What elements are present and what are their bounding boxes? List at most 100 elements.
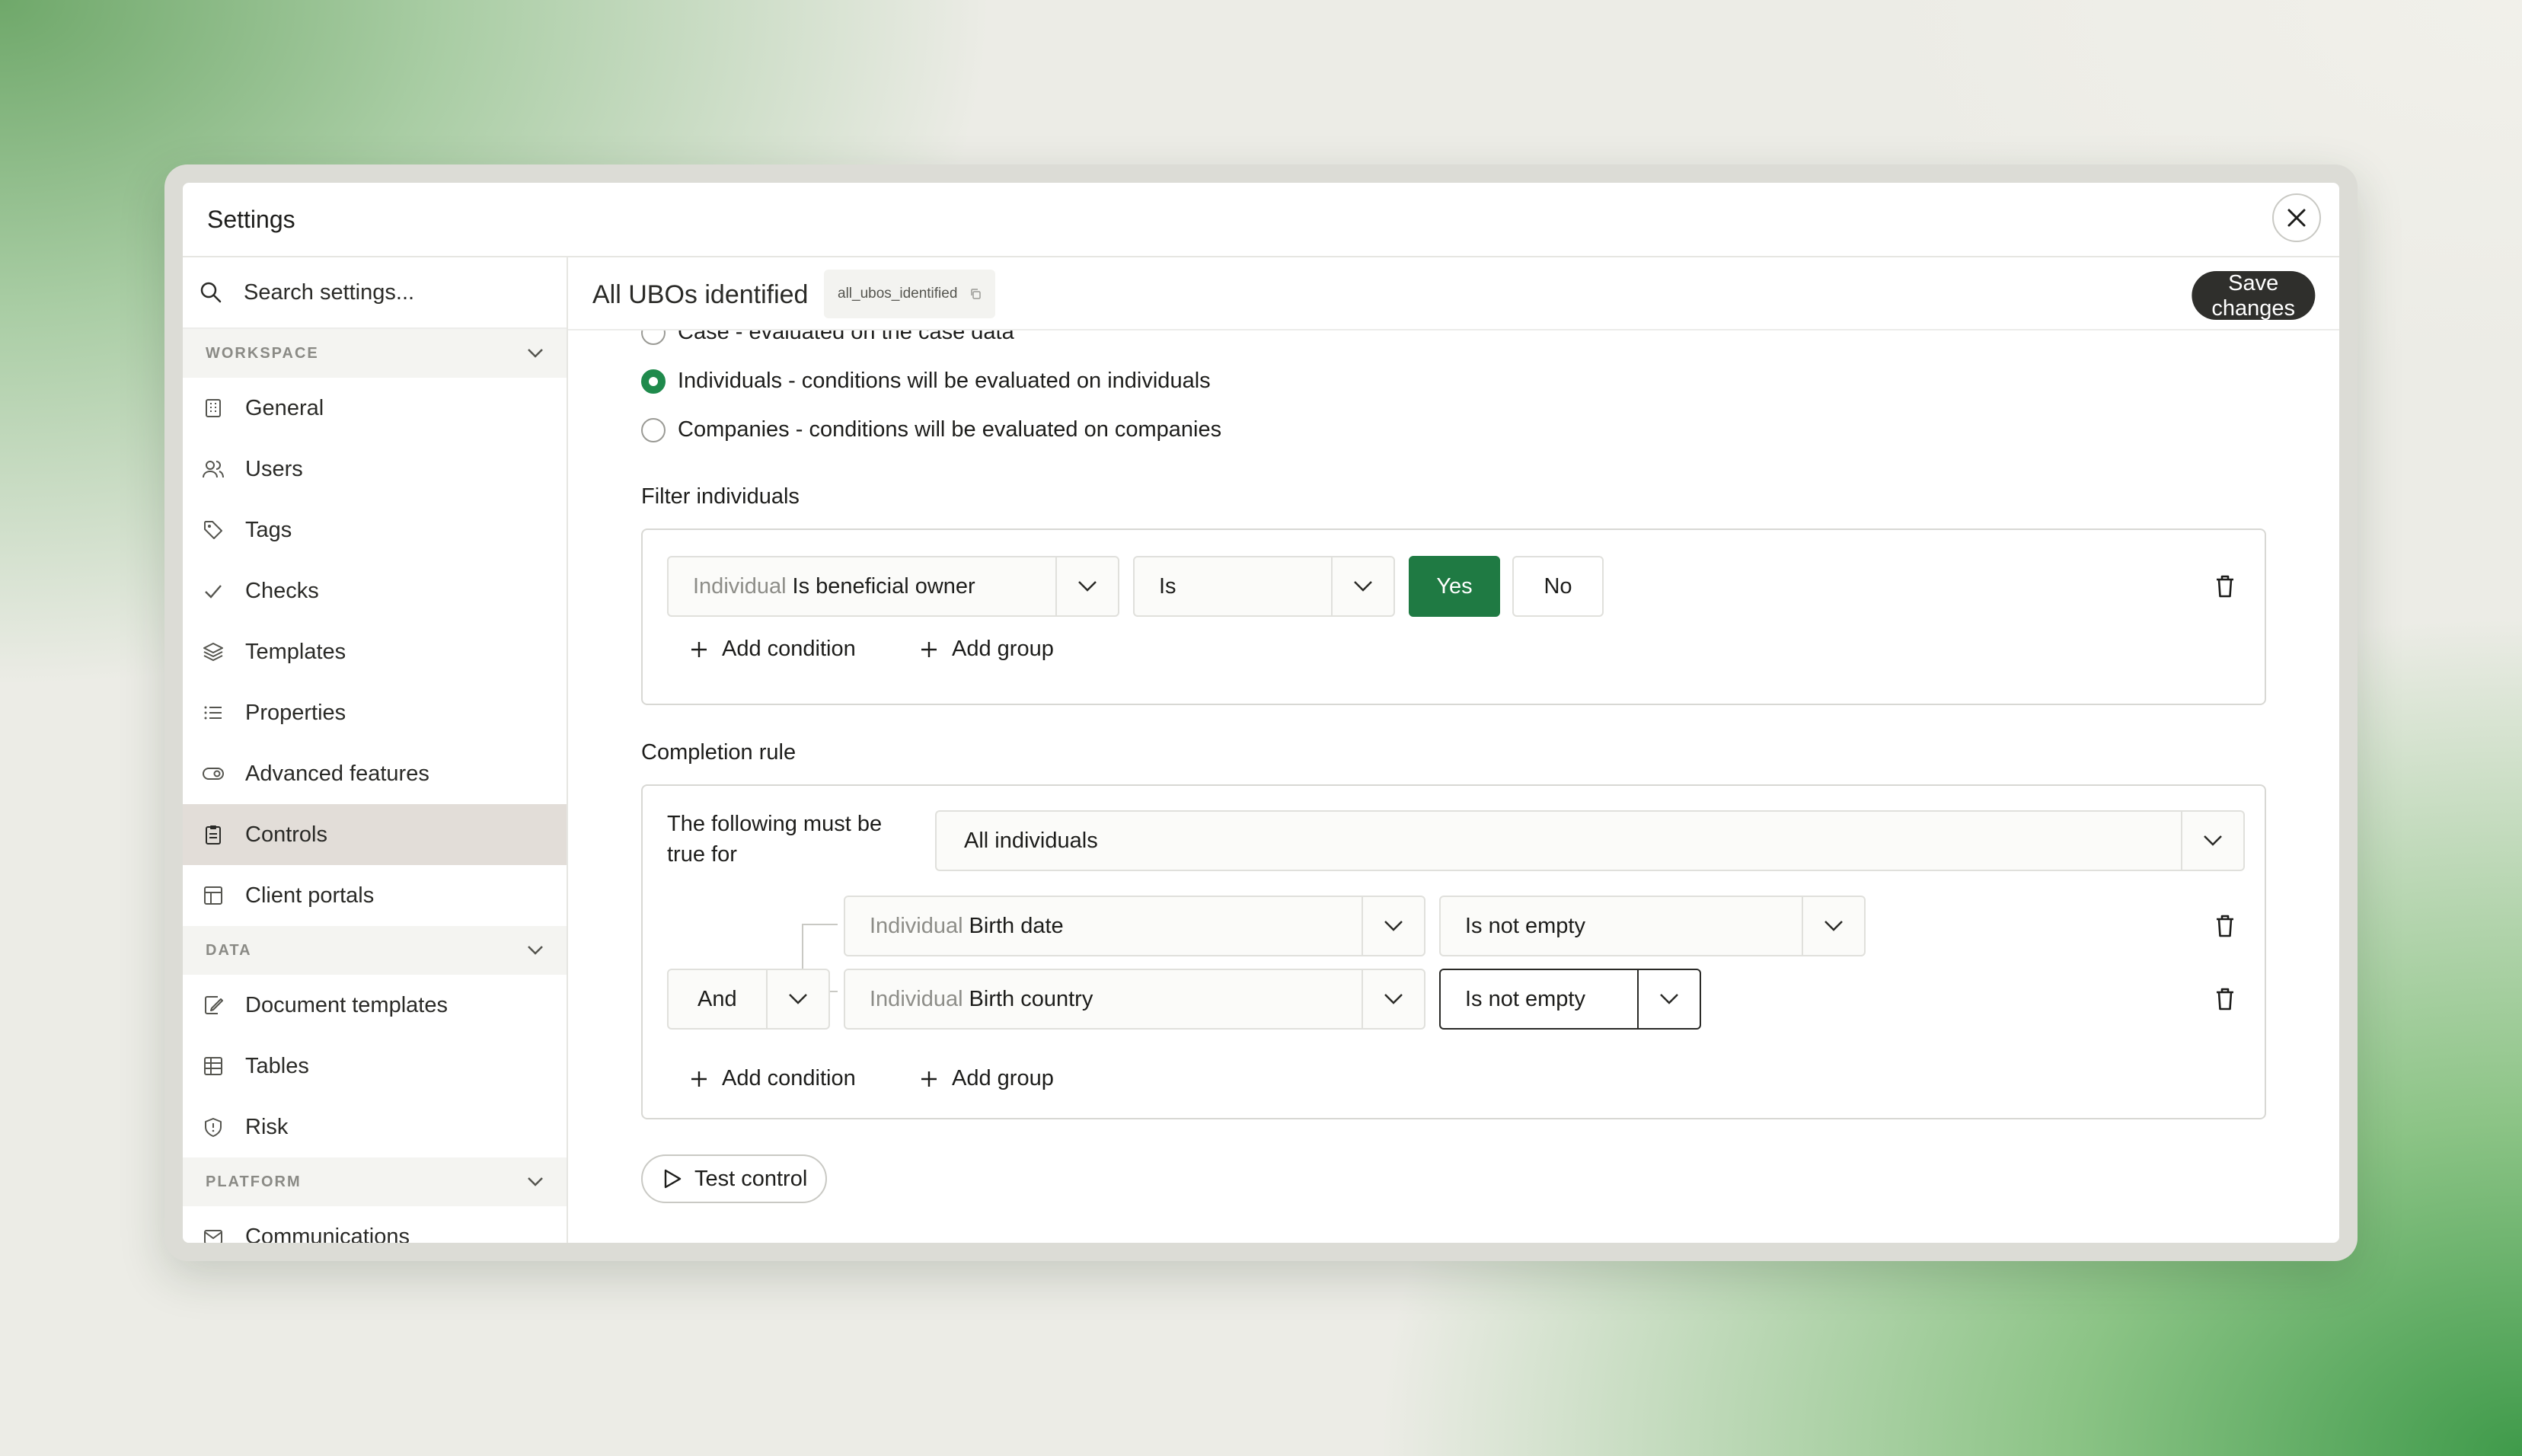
settings-sidebar: WORKSPACE General Users Tags	[183, 257, 568, 1243]
filter-label: Filter individuals	[641, 484, 800, 509]
condition-operator-select[interactable]: Is not empty	[1439, 969, 1701, 1030]
delete-condition-button[interactable]	[2210, 984, 2240, 1014]
chevron-down-icon	[528, 1177, 543, 1186]
toggle-icon	[201, 762, 225, 786]
sidebar-item-label: Advanced features	[245, 761, 429, 786]
chevron-down-icon[interactable]	[1362, 897, 1424, 955]
search-input[interactable]	[244, 279, 533, 305]
plus-icon	[691, 1071, 707, 1087]
sidebar-item-users[interactable]: Users	[183, 439, 567, 500]
layout-icon	[201, 883, 225, 908]
sidebar-item-label: General	[245, 395, 324, 420]
sidebar-item-label: Tags	[245, 517, 292, 542]
play-icon	[664, 1169, 682, 1189]
add-group-button[interactable]: Add group	[920, 637, 1054, 662]
delete-condition-button[interactable]	[2210, 911, 2240, 941]
operator-value: Is	[1159, 573, 1176, 599]
sidebar-item-controls[interactable]: Controls	[183, 804, 567, 865]
sidebar-item-templates[interactable]: Templates	[183, 621, 567, 682]
layers-icon	[201, 640, 225, 664]
sidebar-item-checks[interactable]: Checks	[183, 560, 567, 621]
mail-icon	[201, 1225, 225, 1243]
filter-operator-select[interactable]: Is	[1133, 556, 1395, 617]
chevron-down-icon[interactable]	[1637, 970, 1700, 1028]
sidebar-item-label: Risk	[245, 1114, 289, 1139]
tag-icon	[201, 518, 225, 542]
save-changes-button[interactable]: Save changes	[2192, 271, 2315, 321]
chevron-down-icon	[528, 946, 543, 955]
building-icon	[201, 396, 225, 420]
operator-value: Is not empty	[1465, 913, 1585, 938]
sidebar-item-tags[interactable]: Tags	[183, 500, 567, 560]
field-prefix: Individual	[693, 573, 787, 599]
section-label: DATA	[206, 941, 252, 959]
completion-box: The following must be true for All indiv…	[641, 784, 2266, 1119]
chevron-down-icon[interactable]	[1802, 897, 1864, 955]
add-condition-label: Add condition	[722, 637, 856, 661]
delete-filter-button[interactable]	[2210, 571, 2240, 602]
trash-icon	[2217, 915, 2233, 937]
section-workspace[interactable]: WORKSPACE	[183, 329, 567, 378]
conjunction-value: And	[698, 986, 737, 1011]
quantifier-select[interactable]: All individuals	[935, 810, 2245, 871]
list-icon	[201, 701, 225, 725]
section-label: WORKSPACE	[206, 344, 319, 362]
close-button[interactable]	[2272, 193, 2321, 242]
conjunction-select[interactable]: And	[667, 969, 830, 1030]
sidebar-item-document-templates[interactable]: Document templates	[183, 975, 567, 1036]
sidebar-item-label: Tables	[245, 1053, 309, 1078]
control-content: Case - evaluated on the case data Indivi…	[568, 257, 2339, 1243]
chevron-down-icon[interactable]	[766, 970, 828, 1028]
sidebar-item-advanced-features[interactable]: Advanced features	[183, 743, 567, 804]
sidebar-item-communications[interactable]: Communications	[183, 1206, 567, 1243]
window-title: Settings	[207, 206, 295, 233]
title-bar: Settings	[183, 183, 2339, 257]
section-label: PLATFORM	[206, 1173, 302, 1190]
yes-toggle[interactable]: Yes	[1409, 556, 1500, 617]
scope-option-label: Companies - conditions will be evaluated…	[678, 417, 1222, 442]
close-icon	[2287, 209, 2306, 227]
sidebar-item-risk[interactable]: Risk	[183, 1097, 567, 1157]
no-toggle[interactable]: No	[1512, 556, 1604, 617]
add-group-label: Add group	[952, 1066, 1054, 1090]
radio-button[interactable]	[641, 417, 666, 442]
sidebar-item-properties[interactable]: Properties	[183, 682, 567, 743]
operator-value: Is not empty	[1465, 986, 1585, 1011]
add-condition-label: Add condition	[722, 1066, 856, 1090]
section-platform[interactable]: PLATFORM	[183, 1157, 567, 1206]
table-icon	[201, 1054, 225, 1078]
slug-text: all_ubos_identified	[838, 286, 958, 302]
control-header: All UBOs identified all_ubos_identified …	[568, 257, 2339, 330]
condition-operator-select[interactable]: Is not empty	[1439, 896, 1866, 956]
shield-icon	[201, 1115, 225, 1139]
radio-button-selected[interactable]	[641, 369, 666, 394]
condition-field-select[interactable]: Individual Birth country	[844, 969, 1425, 1030]
trash-icon	[2217, 988, 2233, 1011]
sidebar-item-label: Properties	[245, 700, 346, 725]
settings-window: Settings WORKSPACE	[183, 183, 2339, 1243]
sidebar-item-client-portals[interactable]: Client portals	[183, 865, 567, 926]
control-slug[interactable]: all_ubos_identified	[824, 270, 996, 318]
field-prefix: Individual	[870, 913, 963, 938]
copy-icon	[971, 289, 982, 299]
add-condition-button[interactable]: Add condition	[690, 1066, 856, 1091]
test-control-button[interactable]: Test control	[641, 1154, 828, 1203]
chevron-down-icon[interactable]	[1055, 557, 1118, 615]
section-data[interactable]: DATA	[183, 926, 567, 975]
scope-option-individuals[interactable]: Individuals - conditions will be evaluat…	[641, 369, 1211, 394]
chevron-down-icon[interactable]	[1331, 557, 1393, 615]
sidebar-item-label: Controls	[245, 822, 327, 847]
condition-field-select[interactable]: Individual Birth date	[844, 896, 1425, 956]
chevron-down-icon[interactable]	[2181, 812, 2243, 870]
filter-box: IndividualIs beneficial owner Is Yes No	[641, 528, 2266, 705]
add-group-label: Add group	[952, 637, 1054, 661]
field-name: Birth country	[969, 986, 1093, 1011]
sidebar-item-general[interactable]: General	[183, 378, 567, 439]
add-condition-button[interactable]: Add condition	[690, 637, 856, 662]
scope-option-companies[interactable]: Companies - conditions will be evaluated…	[641, 417, 1221, 442]
filter-field-select[interactable]: Individual Is beneficial owner	[667, 556, 1119, 617]
add-group-button[interactable]: Add group	[920, 1066, 1054, 1091]
sidebar-item-tables[interactable]: Tables	[183, 1036, 567, 1097]
window-frame: Settings WORKSPACE	[164, 164, 2358, 1261]
chevron-down-icon[interactable]	[1362, 970, 1424, 1028]
